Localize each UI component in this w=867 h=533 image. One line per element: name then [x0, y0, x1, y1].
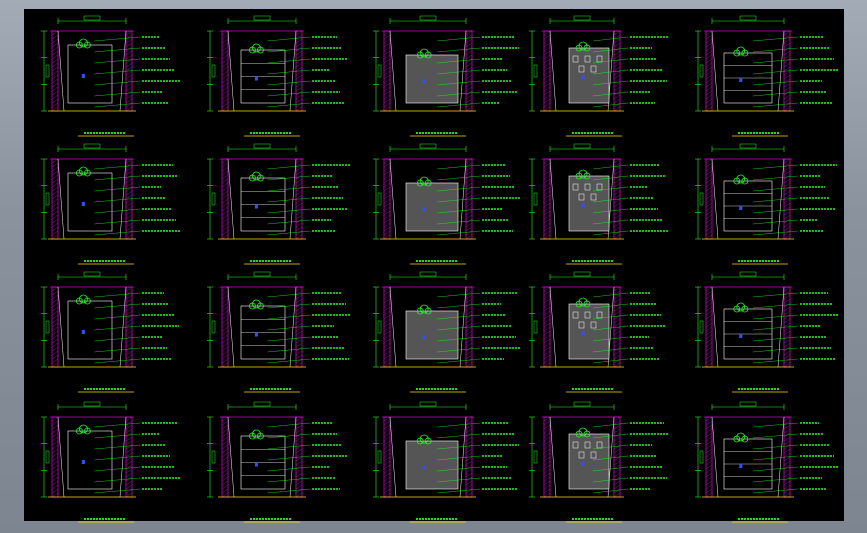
title-underline [244, 132, 300, 137]
title-underline [566, 260, 622, 265]
elevation-title [728, 130, 792, 138]
elevation-drawing [684, 141, 844, 267]
elevation-sketch [41, 401, 180, 498]
elevation-sketch [373, 401, 519, 498]
elevation-drawing [684, 399, 844, 525]
title-underline [732, 132, 788, 137]
title-underline [566, 518, 622, 523]
elevation-title [562, 258, 626, 266]
elevation-sketch [695, 401, 839, 498]
elevation-title [562, 516, 626, 524]
elevation-title [406, 258, 470, 266]
elevation-drawing [30, 13, 190, 139]
elevation-drawing [196, 269, 356, 395]
elevation-drawing [518, 269, 678, 395]
elevation-drawing [362, 399, 522, 525]
title-underline [78, 260, 134, 265]
elevation-sketch [373, 143, 520, 240]
elevation-sketch [373, 15, 519, 112]
elevation-sketch [529, 271, 666, 368]
elevation-sketch [529, 401, 669, 498]
elevation-title [74, 258, 138, 266]
elevation-title [240, 258, 304, 266]
elevation-drawing [30, 141, 190, 267]
elevation-sketch [695, 15, 839, 112]
elevation-drawing [684, 269, 844, 395]
elevation-sketch [373, 271, 521, 368]
title-underline [244, 260, 300, 265]
elevation-title [728, 386, 792, 394]
elevation-title [406, 386, 470, 394]
elevation-sketch [695, 271, 838, 368]
title-underline [410, 388, 466, 393]
elevation-sketch [529, 15, 669, 112]
title-underline [78, 388, 134, 393]
elevation-drawing [518, 141, 678, 267]
title-underline [410, 260, 466, 265]
elevation-sketch [529, 143, 668, 240]
elevation-sketch [41, 271, 179, 368]
elevation-drawing [196, 13, 356, 139]
elevation-title [74, 386, 138, 394]
elevation-title [406, 130, 470, 138]
title-underline [244, 518, 300, 523]
cad-viewer-window [0, 0, 867, 533]
elevation-title [240, 130, 304, 138]
title-underline [410, 132, 466, 137]
elevation-sketch [41, 143, 181, 240]
elevation-title [406, 516, 470, 524]
elevation-title [562, 386, 626, 394]
elevation-drawing [30, 269, 190, 395]
title-underline [732, 260, 788, 265]
elevation-sketch [695, 143, 837, 240]
elevation-drawing [518, 399, 678, 525]
elevation-title [728, 516, 792, 524]
elevation-title [240, 386, 304, 394]
elevation-title [562, 130, 626, 138]
elevation-drawing [30, 399, 190, 525]
elevation-sketch [207, 15, 347, 112]
title-underline [732, 388, 788, 393]
elevation-drawing [684, 13, 844, 139]
elevation-sketch [207, 143, 350, 240]
elevation-drawing [518, 13, 678, 139]
elevation-title [74, 130, 138, 138]
elevation-title [240, 516, 304, 524]
elevation-drawing [196, 141, 356, 267]
elevation-drawing [362, 269, 522, 395]
elevation-sketch [207, 271, 351, 368]
elevation-title [74, 516, 138, 524]
elevation-drawing [362, 141, 522, 267]
elevation-drawing [196, 399, 356, 525]
elevation-sketch [41, 15, 180, 112]
title-underline [732, 518, 788, 523]
title-underline [244, 388, 300, 393]
title-underline [78, 132, 134, 137]
elevation-drawing [362, 13, 522, 139]
title-underline [566, 132, 622, 137]
drawing-canvas[interactable] [24, 9, 844, 523]
title-underline [566, 388, 622, 393]
title-underline [78, 518, 134, 523]
title-underline [410, 518, 466, 523]
elevation-title [728, 258, 792, 266]
elevation-sketch [207, 401, 347, 498]
